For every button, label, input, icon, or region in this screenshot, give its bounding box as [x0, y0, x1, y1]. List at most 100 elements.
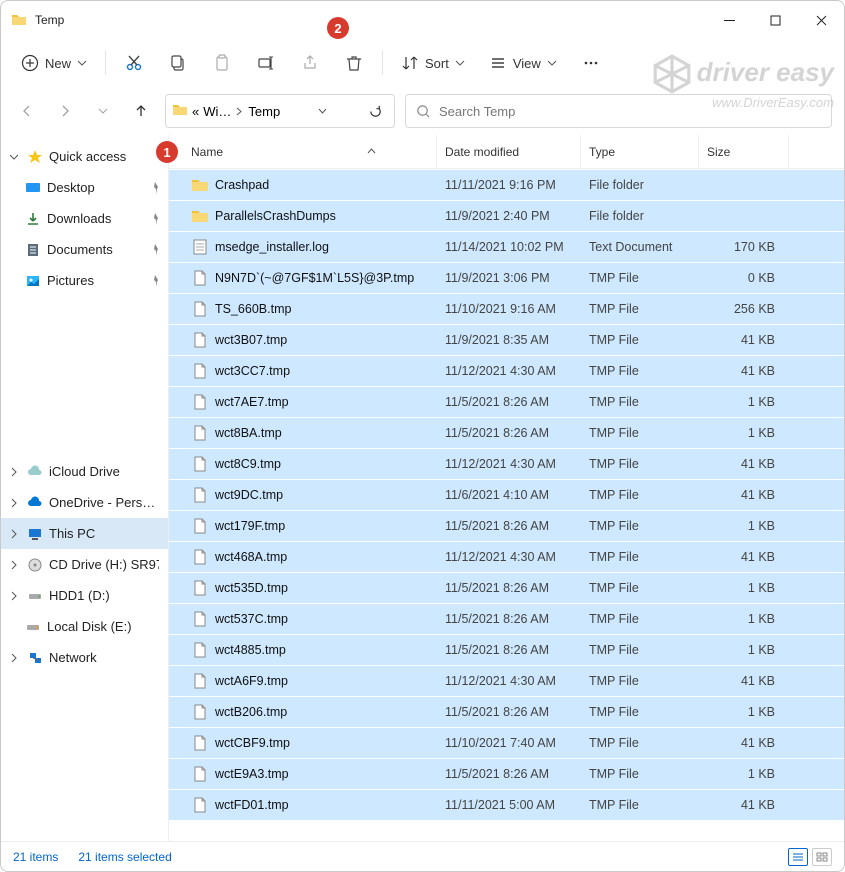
- chevron-right-icon[interactable]: [7, 496, 21, 510]
- col-header-name[interactable]: Name: [183, 135, 437, 168]
- file-icon: [191, 486, 209, 504]
- chevron-right-icon[interactable]: [7, 651, 21, 665]
- addr-dropdown[interactable]: [318, 104, 327, 119]
- thumbnails-view-button[interactable]: [812, 848, 832, 866]
- chevron-left-icon[interactable]: «: [192, 104, 199, 119]
- table-row[interactable]: wct535D.tmp11/5/2021 8:26 AMTMP File1 KB: [169, 572, 844, 603]
- breadcrumb-seg[interactable]: Temp: [248, 104, 280, 119]
- file-icon: [191, 424, 209, 442]
- share-button[interactable]: [290, 46, 330, 80]
- more-button[interactable]: [571, 46, 611, 80]
- file-date: 11/5/2021 8:26 AM: [437, 426, 581, 440]
- file-size: 41 KB: [699, 364, 789, 378]
- sidebar-item-desktop[interactable]: Desktop: [1, 172, 168, 203]
- file-date: 11/11/2021 5:00 AM: [437, 798, 581, 812]
- table-row[interactable]: wct8C9.tmp11/12/2021 4:30 AMTMP File41 K…: [169, 448, 844, 479]
- search-placeholder: Search Temp: [439, 104, 515, 119]
- file-icon: [191, 455, 209, 473]
- file-date: 11/12/2021 4:30 AM: [437, 674, 581, 688]
- table-row[interactable]: N9N7D`(~@7GF$1M`L5S}@3P.tmp11/9/2021 3:0…: [169, 262, 844, 293]
- table-row[interactable]: wct7AE7.tmp11/5/2021 8:26 AMTMP File1 KB: [169, 386, 844, 417]
- file-date: 11/12/2021 4:30 AM: [437, 550, 581, 564]
- file-list-pane: Name Date modified Type Size Crashpad11/…: [169, 135, 844, 841]
- sidebar-item-onedrive[interactable]: OneDrive - Personal: [1, 487, 168, 518]
- file-name: wct7AE7.tmp: [215, 395, 289, 409]
- new-button[interactable]: New: [11, 46, 97, 80]
- sidebar-item-thispc[interactable]: This PC: [1, 518, 168, 549]
- chevron-right-icon[interactable]: [7, 465, 21, 479]
- sidebar-item-pictures[interactable]: Pictures: [1, 265, 168, 296]
- copy-button[interactable]: [158, 46, 198, 80]
- chevron-right-icon[interactable]: [7, 589, 21, 603]
- refresh-button[interactable]: [364, 104, 388, 119]
- breadcrumb-seg[interactable]: Wi…: [203, 104, 231, 119]
- table-row[interactable]: Crashpad11/11/2021 9:16 PMFile folder: [169, 169, 844, 200]
- file-size: 170 KB: [699, 240, 789, 254]
- address-bar[interactable]: « Wi… Temp: [165, 94, 395, 128]
- col-header-date[interactable]: Date modified: [437, 135, 581, 168]
- col-header-type[interactable]: Type: [581, 135, 699, 168]
- close-button[interactable]: [798, 1, 844, 39]
- file-type: TMP File: [581, 457, 699, 471]
- sidebar-item-network[interactable]: Network: [1, 642, 168, 673]
- table-row[interactable]: wctCBF9.tmp11/10/2021 7:40 AMTMP File41 …: [169, 727, 844, 758]
- chevron-right-icon[interactable]: [7, 527, 21, 541]
- sidebar-item-documents[interactable]: Documents: [1, 234, 168, 265]
- file-size: 1 KB: [699, 395, 789, 409]
- file-name: wct537C.tmp: [215, 612, 288, 626]
- forward-button[interactable]: [51, 97, 79, 125]
- recent-dropdown[interactable]: [89, 97, 117, 125]
- chevron-right-icon[interactable]: [235, 104, 244, 119]
- table-row[interactable]: wct4885.tmp11/5/2021 8:26 AMTMP File1 KB: [169, 634, 844, 665]
- back-button[interactable]: [13, 97, 41, 125]
- sidebar-label: Quick access: [49, 149, 126, 164]
- table-row[interactable]: wct3CC7.tmp11/12/2021 4:30 AMTMP File41 …: [169, 355, 844, 386]
- up-button[interactable]: [127, 97, 155, 125]
- table-row[interactable]: wctE9A3.tmp11/5/2021 8:26 AMTMP File1 KB: [169, 758, 844, 789]
- delete-button[interactable]: [334, 46, 374, 80]
- search-input[interactable]: Search Temp: [405, 94, 832, 128]
- sidebar-item-hdd1[interactable]: HDD1 (D:): [1, 580, 168, 611]
- table-row[interactable]: wctB206.tmp11/5/2021 8:26 AMTMP File1 KB: [169, 696, 844, 727]
- col-header-size[interactable]: Size: [699, 135, 789, 168]
- chevron-right-icon[interactable]: [7, 558, 21, 572]
- sidebar-label: Documents: [47, 242, 113, 257]
- table-row[interactable]: wct8BA.tmp11/5/2021 8:26 AMTMP File1 KB: [169, 417, 844, 448]
- cut-button[interactable]: [114, 46, 154, 80]
- table-row[interactable]: wct3B07.tmp11/9/2021 8:35 AMTMP File41 K…: [169, 324, 844, 355]
- file-size: 1 KB: [699, 643, 789, 657]
- sidebar-item-icloud[interactable]: iCloud Drive: [1, 456, 168, 487]
- table-row[interactable]: wctFD01.tmp11/11/2021 5:00 AMTMP File41 …: [169, 789, 844, 820]
- table-row[interactable]: msedge_installer.log11/14/2021 10:02 PMT…: [169, 231, 844, 262]
- file-icon: [191, 362, 209, 380]
- table-row[interactable]: ParallelsCrashDumps11/9/2021 2:40 PMFile…: [169, 200, 844, 231]
- details-view-button[interactable]: [788, 848, 808, 866]
- view-button[interactable]: View: [479, 46, 567, 80]
- maximize-button[interactable]: [752, 1, 798, 39]
- file-name: wctB206.tmp: [215, 705, 287, 719]
- download-icon: [25, 211, 41, 227]
- table-row[interactable]: wct179F.tmp11/5/2021 8:26 AMTMP File1 KB: [169, 510, 844, 541]
- sort-button[interactable]: Sort: [391, 46, 475, 80]
- titlebar[interactable]: Temp: [1, 1, 844, 39]
- chevron-down-icon[interactable]: [7, 150, 21, 164]
- paste-button[interactable]: [202, 46, 242, 80]
- sidebar-item-cddrive[interactable]: CD Drive (H:) SR9700: [1, 549, 168, 580]
- table-row[interactable]: wct468A.tmp11/12/2021 4:30 AMTMP File41 …: [169, 541, 844, 572]
- file-size: 0 KB: [699, 271, 789, 285]
- table-row[interactable]: wct537C.tmp11/5/2021 8:26 AMTMP File1 KB: [169, 603, 844, 634]
- file-type: TMP File: [581, 643, 699, 657]
- minimize-button[interactable]: [706, 1, 752, 39]
- table-row[interactable]: TS_660B.tmp11/10/2021 9:16 AMTMP File256…: [169, 293, 844, 324]
- table-row[interactable]: wct9DC.tmp11/6/2021 4:10 AMTMP File41 KB: [169, 479, 844, 510]
- new-label: New: [45, 56, 71, 71]
- rename-button[interactable]: [246, 46, 286, 80]
- table-row[interactable]: wctA6F9.tmp11/12/2021 4:30 AMTMP File41 …: [169, 665, 844, 696]
- file-icon: [191, 610, 209, 628]
- file-size: 41 KB: [699, 550, 789, 564]
- sidebar-quick-access[interactable]: Quick access: [1, 141, 168, 172]
- file-size: 1 KB: [699, 581, 789, 595]
- sidebar-label: Network: [49, 650, 97, 665]
- sidebar-item-downloads[interactable]: Downloads: [1, 203, 168, 234]
- sidebar-item-localdisk[interactable]: Local Disk (E:): [1, 611, 168, 642]
